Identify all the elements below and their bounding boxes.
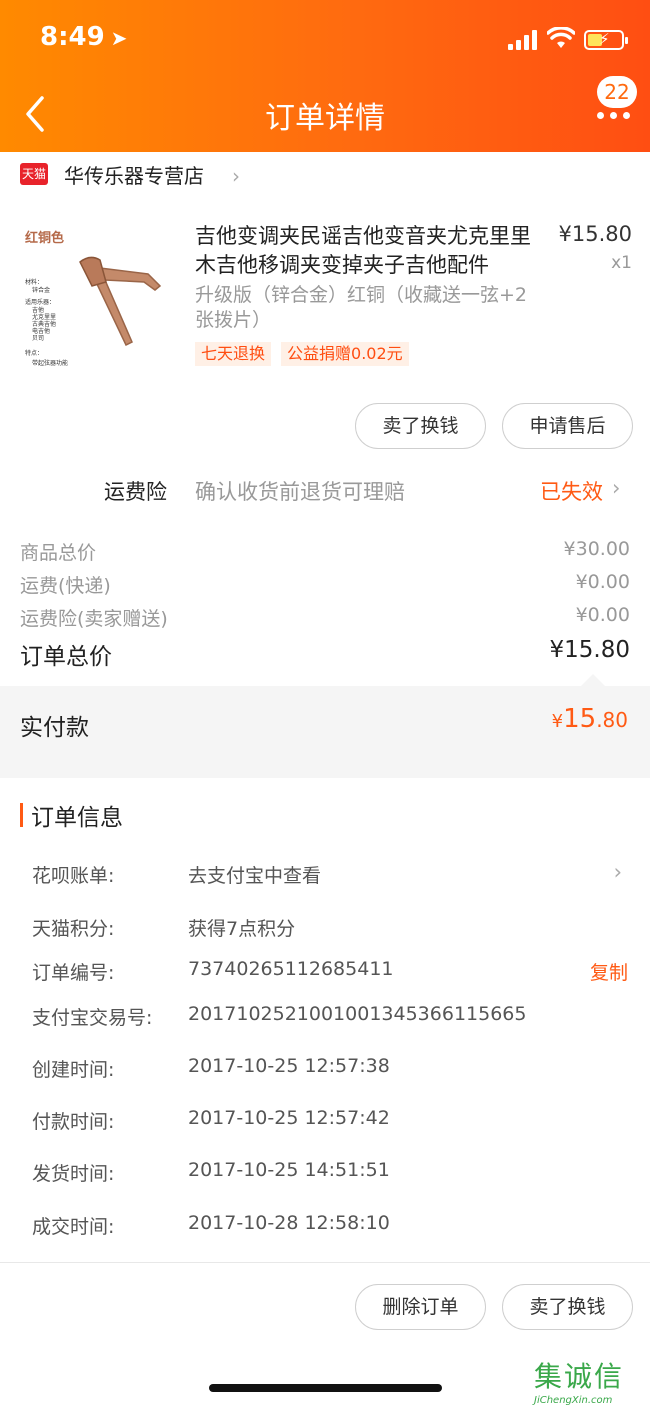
product-sku: 升级版（锌合金）红铜（收藏送一弦+2张拨片）: [195, 284, 528, 331]
battery-icon: ⚡: [584, 30, 628, 50]
info-value: 2017102521001001345366115665: [188, 1003, 527, 1025]
order-info-title: 订单信息: [31, 805, 123, 831]
amount-paid-currency: ¥: [551, 711, 564, 732]
page-title: 订单详情: [265, 101, 385, 136]
divider-notch: [581, 674, 605, 686]
amount-paid-row: 实付款 ¥15.80: [0, 686, 650, 764]
svg-text:电吉他: 电吉他: [32, 327, 50, 335]
info-value: 获得7点积分: [188, 918, 296, 940]
info-key: 天猫积分:: [32, 918, 115, 940]
insurance-fee-value: ¥0.00: [575, 604, 630, 626]
order-total-label: 订单总价: [20, 644, 112, 670]
info-key: 成交时间:: [32, 1216, 115, 1238]
amount-paid-decimal: .80: [596, 708, 628, 732]
insurance-description: 确认收货前退货可理赔: [195, 480, 405, 504]
store-row[interactable]: 天猫 华传乐器专营店 ›: [0, 152, 650, 197]
svg-text:特点：: 特点：: [25, 349, 43, 357]
wifi-icon: [547, 27, 575, 48]
info-value: 2017-10-25 12:57:42: [188, 1107, 390, 1129]
info-key: 花呗账单:: [32, 865, 115, 887]
insurance-fee-label: 运费险(卖家赠送): [20, 608, 168, 630]
svg-text:锌合金: 锌合金: [32, 286, 50, 294]
tmall-logo-icon: 天猫: [20, 163, 48, 185]
svg-text:贝司: 贝司: [32, 335, 44, 342]
copy-order-number-button[interactable]: 复制: [590, 958, 628, 985]
chevron-right-icon: ›: [232, 164, 240, 188]
order-total-value: ¥15.80: [549, 637, 630, 663]
shipping-value: ¥0.00: [575, 571, 630, 593]
product-tags: 七天退换 公益捐赠0.02元: [195, 342, 419, 366]
subtotal-row: 商品总价 ¥30.00: [20, 538, 630, 565]
product-quantity: x1: [611, 253, 632, 273]
info-value: 73740265112685411: [188, 958, 394, 980]
info-key: 付款时间:: [32, 1111, 115, 1133]
home-indicator[interactable]: [209, 1384, 442, 1392]
subtotal-value: ¥30.00: [563, 538, 630, 560]
status-time: 8:49 ➤: [40, 22, 127, 52]
svg-text:带起弦器功能: 带起弦器功能: [32, 359, 68, 367]
svg-text:材料：: 材料：: [25, 278, 43, 286]
svg-text:尤克里里: 尤克里里: [32, 313, 56, 321]
location-arrow-icon: ➤: [110, 26, 128, 50]
product-title[interactable]: 吉他变调夹民谣吉他变音夹尤克里里木吉他移调夹变掉夹子吉他配件: [195, 222, 545, 280]
apply-after-sale-button[interactable]: 申请售后: [502, 403, 633, 449]
svg-text:吉他: 吉他: [32, 306, 44, 314]
order-total-row: 订单总价 ¥15.80: [20, 637, 630, 671]
info-value: 2017-10-28 12:58:10: [188, 1212, 390, 1234]
product-image-title: 红铜色: [25, 230, 64, 246]
product-image[interactable]: 红铜色 材料： 锌合金 适用乐器： 吉他 尤克里里 古典吉他 电吉他 贝司 特点…: [20, 222, 170, 372]
info-value: 去支付宝中查看: [188, 865, 322, 887]
product-price: ¥15.80: [558, 222, 632, 246]
sell-for-cash-bottom-button[interactable]: 卖了换钱: [502, 1284, 633, 1330]
store-name: 华传乐器专营店: [64, 164, 204, 188]
section-gap: [0, 764, 650, 778]
info-key: 创建时间:: [32, 1059, 115, 1081]
watermark-url: JiChengXin.com: [534, 1395, 613, 1406]
app-header: 8:49 ➤ ⚡ 订单详情 22: [0, 0, 650, 152]
info-key: 发货时间:: [32, 1163, 115, 1185]
watermark-logo: 集诚信 JiChengXin.com: [534, 1355, 646, 1406]
info-key: 订单编号:: [32, 962, 115, 984]
message-count-badge[interactable]: 22: [597, 76, 637, 108]
cellular-signal-icon: [508, 30, 538, 50]
section-accent-bar: [20, 803, 23, 827]
shipping-row: 运费(快递) ¥0.00: [20, 571, 630, 598]
insurance-fee-row: 运费险(卖家赠送) ¥0.00: [20, 604, 630, 631]
chevron-right-icon: ›: [612, 476, 621, 500]
subtotal-label: 商品总价: [20, 542, 97, 564]
info-key: 支付宝交易号:: [32, 1007, 153, 1029]
watermark-text: 集诚信: [534, 1360, 625, 1393]
more-menu-icon[interactable]: [597, 112, 631, 120]
bottom-bar-divider: [0, 1262, 650, 1263]
charity-tag: 公益捐赠0.02元: [281, 342, 409, 366]
shipping-label: 运费(快递): [20, 575, 111, 597]
svg-text:古典吉他: 古典吉他: [32, 320, 56, 328]
sell-for-cash-button[interactable]: 卖了换钱: [355, 403, 486, 449]
info-value: 2017-10-25 14:51:51: [188, 1159, 390, 1181]
status-time-text: 8:49: [40, 22, 105, 52]
info-value: 2017-10-25 12:57:38: [188, 1055, 390, 1077]
amount-paid-label: 实付款: [20, 715, 89, 741]
amount-paid-integer: 15: [563, 704, 597, 734]
amount-paid-value: ¥15.80: [552, 704, 628, 734]
insurance-status: 已失效: [540, 480, 603, 504]
return-policy-tag: 七天退换: [195, 342, 272, 366]
svg-text:适用乐器：: 适用乐器：: [25, 298, 55, 306]
chevron-right-icon: ›: [613, 860, 622, 884]
insurance-label: 运费险: [104, 480, 167, 504]
delete-order-button[interactable]: 删除订单: [355, 1284, 486, 1330]
